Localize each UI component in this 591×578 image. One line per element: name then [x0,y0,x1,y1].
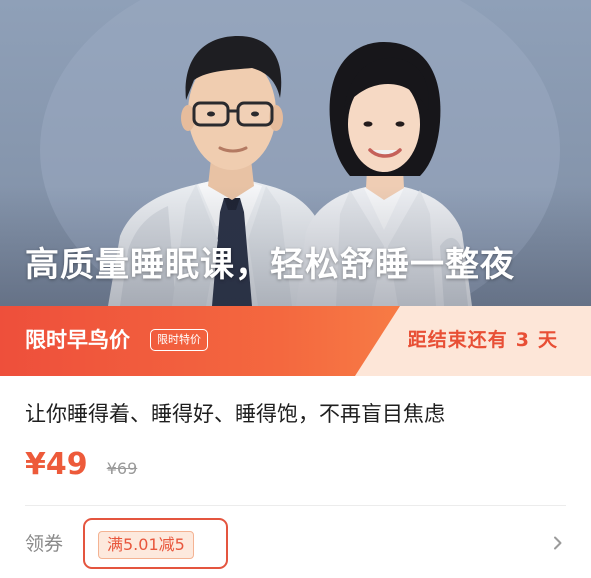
coupon-offer-chip[interactable]: 满5.01减5 [98,531,194,559]
coupon-label: 领券 [25,533,64,555]
chevron-right-icon[interactable] [551,536,565,550]
promo-label: 限时早鸟价 [25,328,130,352]
countdown-prefix: 距结束还有 [407,329,508,351]
early-bird-promo-banner: 限时早鸟价 限时特价 距结束还有 3 天 [0,306,591,376]
price-row: ¥49 ¥69 [25,445,137,485]
course-hero-banner: 高质量睡眠课，轻松舒睡一整夜 [0,0,591,306]
current-price: ¥49 [25,447,88,482]
promo-countdown: 距结束还有 3 天 [408,326,558,354]
countdown-unit: 天 [537,329,558,351]
course-detail-page: 高质量睡眠课，轻松舒睡一整夜 限时早鸟价 限时特价 距结束还有 3 天 让你睡得着、… [0,0,591,578]
course-hero-title: 高质量睡眠课，轻松舒睡一整夜 [25,245,515,285]
countdown-days: 3 [515,329,530,351]
promo-price-panel: 限时早鸟价 限时特价 [0,306,400,376]
original-price: ¥69 [106,459,138,478]
coupon-row[interactable]: 领券 满5.01减5 [0,506,591,578]
course-description-title: 让你睡得着、睡得好、睡得饱，不再盲目焦虑 [25,402,445,426]
limited-offer-badge: 限时特价 [150,329,208,351]
